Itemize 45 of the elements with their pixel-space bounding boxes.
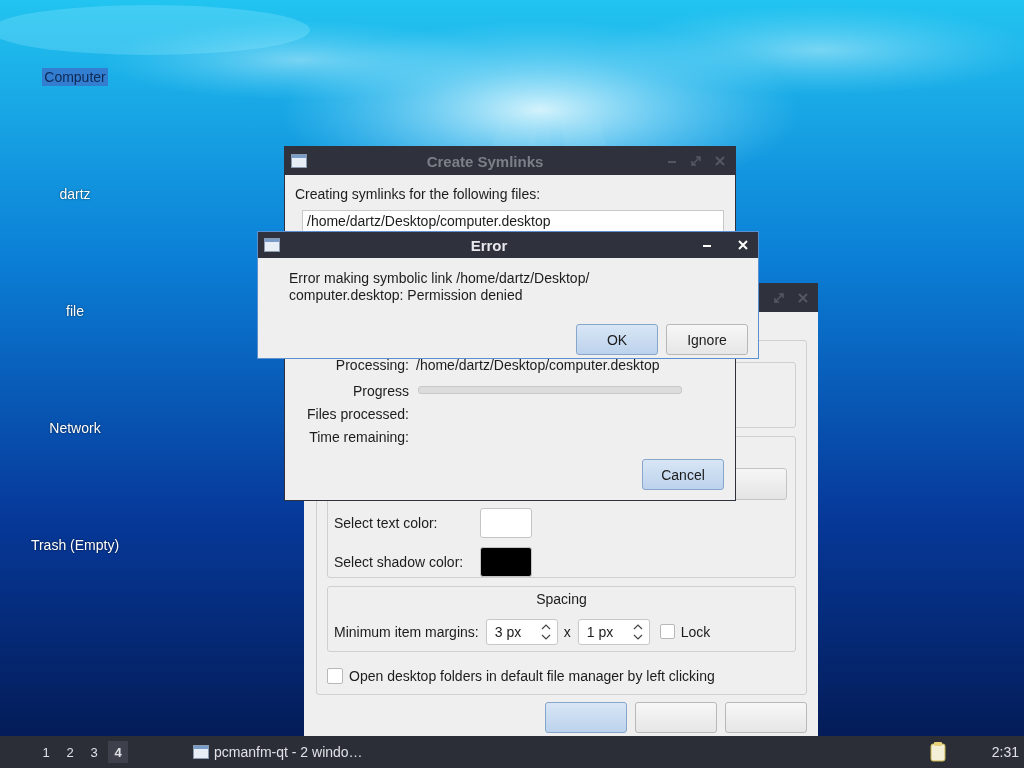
error-message: Error making symbolic link /home/dartz/Desktop/ computer.desktop: Permission denied [289,270,591,304]
open-folders-checkbox[interactable] [327,668,343,684]
maximize-icon[interactable] [773,291,785,304]
clock[interactable]: 2:31 [991,744,1019,760]
field-label: Time remaining: [308,429,409,445]
notes-icon[interactable] [927,741,948,763]
window-icon [193,745,209,759]
maximize-icon[interactable] [690,155,702,167]
field-label: Progress [351,383,409,399]
desktop-icon-label[interactable]: file [64,302,86,320]
spin-box[interactable]: 3 px [485,618,558,645]
dialog-button[interactable] [635,702,717,733]
desktop-icon-label[interactable]: Network [47,419,103,437]
spin-box[interactable]: 1 px [577,618,650,645]
workspace-button[interactable]: 4 [108,741,128,763]
window-title: Error [469,236,509,254]
margins-label: Minimum item margins: [334,623,479,640]
desktop-icon-label[interactable]: Trash (Empty) [28,536,122,554]
cancel-button[interactable]: Cancel [642,459,724,490]
workspace-button[interactable]: 3 [84,741,104,763]
color-label: Select text color: [334,514,439,531]
separator-label: x [563,623,571,640]
dialog-button[interactable] [545,702,627,733]
dialog-button[interactable]: OK [576,324,658,355]
workspace-button[interactable]: 2 [60,741,80,763]
workspace-button[interactable]: 1 [36,741,56,763]
field-value: /home/dartz/Desktop/computer.desktop [416,357,661,373]
task-button[interactable]: pcmanfm-qt - 2 windo… [193,744,363,760]
spin-arrows-icon [540,622,551,641]
group-title: Spacing [535,590,588,607]
color-swatch-button[interactable] [480,546,532,577]
color-label: Select shadow color: [334,553,465,570]
dialog-button[interactable]: Ignore [666,324,748,355]
lock-label: Lock [680,623,711,640]
intro-text: Creating symlinks for the following files: [295,186,542,202]
window-title: Create Symlinks [425,152,545,170]
field-label: Processing: [334,357,409,373]
lock-checkbox[interactable] [659,624,675,640]
dialog-button[interactable] [725,702,807,733]
window-icon [264,238,280,252]
window-icon [291,154,307,168]
field-label: Files processed: [306,406,409,422]
spin-arrows-icon [632,622,643,641]
open-folders-label: Open desktop folders in default file manager by left clicking [349,668,715,684]
color-swatch-button[interactable] [480,507,532,538]
